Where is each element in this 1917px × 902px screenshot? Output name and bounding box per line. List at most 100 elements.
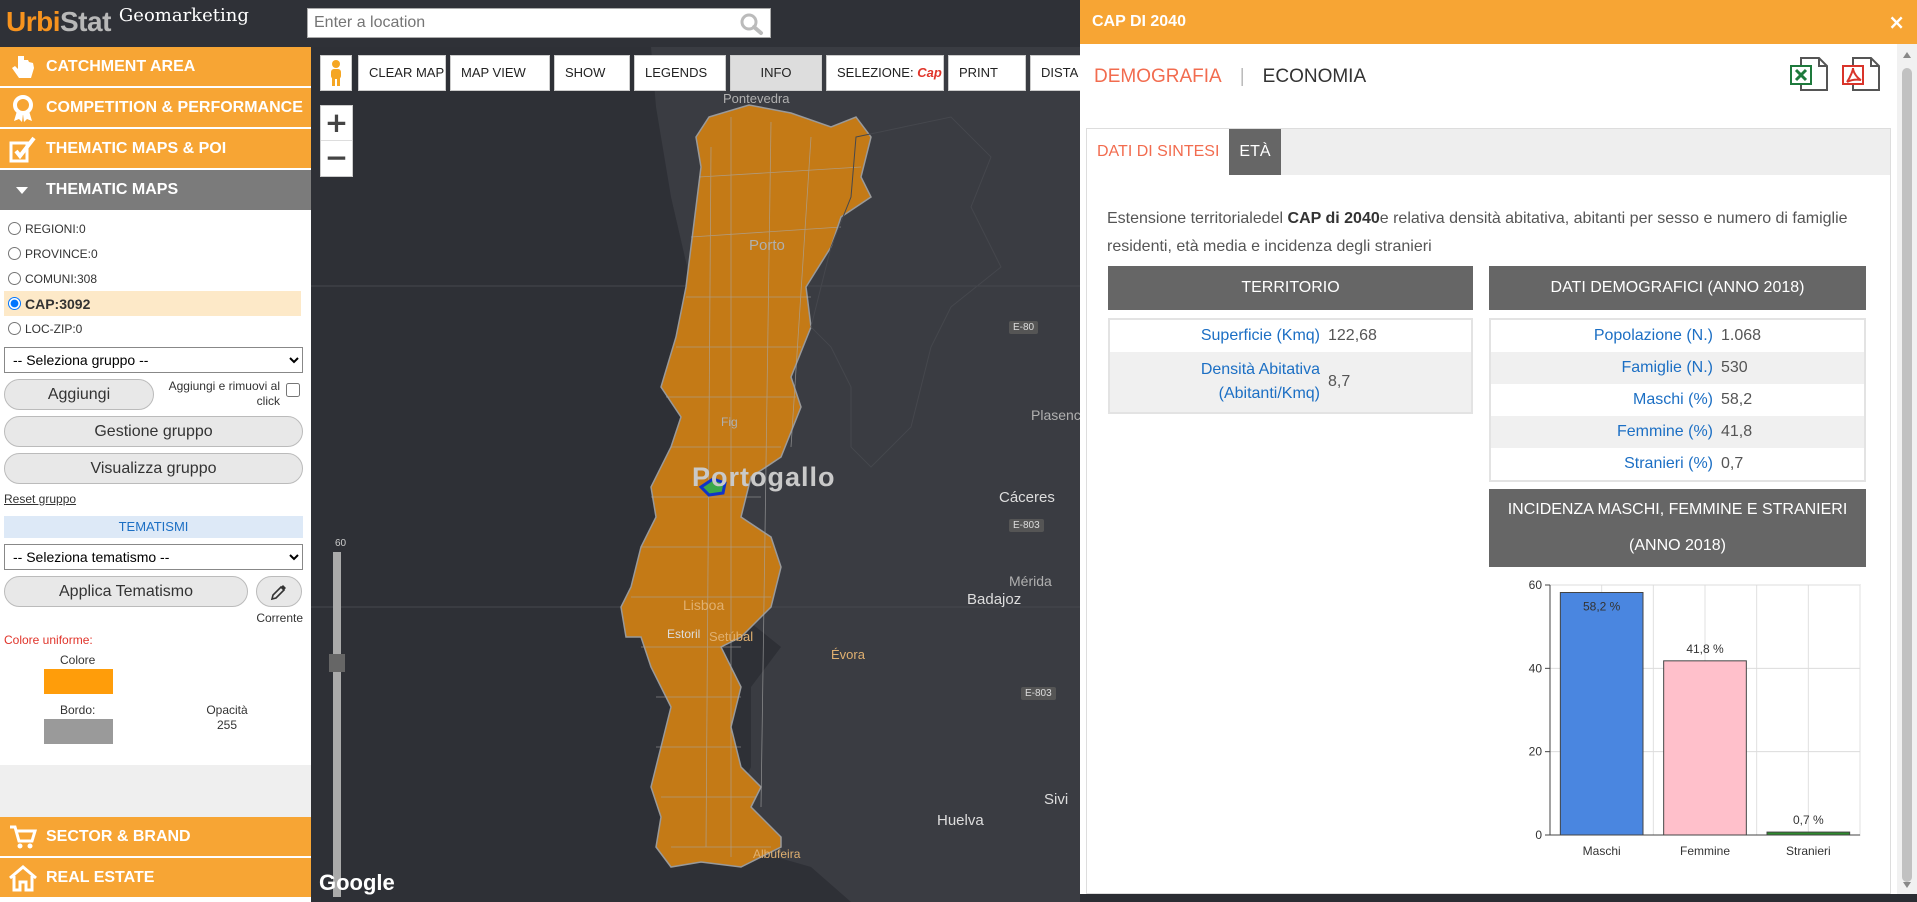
search-icon[interactable] — [738, 12, 764, 36]
scroll-up-arrow-icon[interactable] — [1903, 52, 1911, 58]
demography-table: Popolazione (N.) 1.068 Famiglie (N.) 530 M… — [1489, 318, 1866, 482]
map-label-portugal: Portogallo — [692, 462, 836, 492]
menu-label: COMPETITION & PERFORMANCE — [46, 98, 303, 116]
clear-map-button[interactable]: CLEAR MAP — [358, 55, 446, 91]
award-icon — [13, 94, 33, 122]
panel-scrollbar[interactable] — [1897, 44, 1917, 894]
level-cap[interactable]: CAP:3092 — [4, 291, 301, 316]
excel-export-icon[interactable] — [1789, 56, 1829, 92]
color-picker-button[interactable] — [256, 576, 302, 607]
menu-sector-brand[interactable]: SECTOR & BRAND — [0, 817, 311, 858]
pdf-export-icon[interactable] — [1841, 56, 1881, 92]
territory-row: Superficie (Kmq) 122,68 — [1110, 320, 1471, 352]
menu-real-estate[interactable]: REAL ESTATE — [0, 858, 311, 899]
opacity-value[interactable]: 255 — [206, 718, 248, 732]
road-shield-e803: E-803 — [1009, 519, 1044, 532]
border-color-swatch[interactable] — [44, 719, 113, 744]
level-loc-zip[interactable]: LOC-ZIP:0 — [8, 316, 305, 341]
tematismo-select[interactable]: -- Seleziona tematismo -- — [4, 544, 303, 570]
urbistat-logo[interactable]: Urbi Stat Geomarketing — [6, 5, 249, 40]
selection-button[interactable]: SELEZIONE: Cap — [826, 55, 944, 91]
level-radio[interactable] — [8, 247, 21, 260]
menu-label: CATCHMENT AREA — [46, 57, 196, 75]
distance-button[interactable]: DISTA — [1030, 55, 1080, 91]
territory-value: 122,68 — [1328, 327, 1377, 344]
level-radio[interactable] — [8, 297, 21, 310]
apply-tematismo-button[interactable]: Applica Tematismo — [4, 576, 248, 607]
tab-economia[interactable]: ECONOMIA — [1263, 66, 1366, 88]
level-radio[interactable] — [8, 272, 21, 285]
panel-subtabs: DATI DI SINTESI ETÀ — [1087, 129, 1890, 175]
fill-color-swatch[interactable] — [44, 669, 113, 694]
panel-header: CAP DI 2040 × — [1080, 0, 1917, 44]
add-note: Aggiungi e rimuovi al click — [168, 379, 280, 408]
cap-info-panel: CAP DI 2040 × DEMOGRAFIA | ECONOMIA DATI… — [1080, 0, 1917, 894]
scroll-down-arrow-icon[interactable] — [1903, 882, 1911, 888]
subtab-dati-di-sintesi[interactable]: DATI DI SINTESI — [1087, 129, 1230, 175]
panel-description: Estensione territorialedel CAP di 2040e … — [1107, 205, 1877, 261]
demography-row: Maschi (%) 58,2 — [1491, 384, 1864, 416]
zoom-out-button[interactable]: − — [321, 141, 352, 176]
map-canvas[interactable]: Pontevedra Porto Fig Portogallo Cáceres … — [311, 47, 1080, 902]
zoom-in-button[interactable]: + — [321, 106, 352, 141]
map-label-huelva: Huelva — [937, 812, 984, 829]
data-label: 41,8 % — [1686, 642, 1724, 656]
map-toolbar: CLEAR MAP MAP VIEW SHOW LEGENDS INFO SEL… — [320, 55, 1080, 91]
y-tick-label: 60 — [1529, 578, 1543, 592]
level-label: REGIONI:0 — [25, 221, 86, 236]
map-label-lisboa: Lisboa — [683, 597, 725, 613]
legends-button[interactable]: LEGENDS — [634, 55, 726, 91]
selection-prefix: SELEZIONE: — [837, 65, 914, 80]
level-province[interactable]: PROVINCE:0 — [8, 241, 305, 266]
map-label-badajoz: Badajoz — [967, 591, 1022, 608]
opacity-slider-handle[interactable] — [329, 654, 345, 672]
opacity-slider-track[interactable] — [333, 552, 341, 897]
cart-icon — [10, 825, 38, 848]
map-view-button[interactable]: MAP VIEW — [450, 55, 550, 91]
selection-value: Cap — [917, 65, 942, 80]
export-icons — [1777, 56, 1881, 92]
color-swatches: Colore Bordo: Opacità 255 — [0, 647, 311, 751]
info-button[interactable]: INFO — [730, 55, 822, 91]
data-label: 58,2 % — [1583, 600, 1621, 614]
group-select[interactable]: -- Seleziona gruppo -- — [4, 347, 303, 373]
menu-thematic-maps-poi[interactable]: THEMATIC MAPS & POI — [0, 129, 311, 170]
close-icon[interactable]: × — [1888, 10, 1905, 34]
level-label: PROVINCE:0 — [25, 246, 98, 261]
view-group-button[interactable]: Visualizza gruppo — [4, 453, 303, 484]
eyedropper-icon — [270, 584, 286, 600]
map-label-figueira: Fig — [721, 415, 738, 429]
territory-key: Superficie (Kmq) — [1200, 327, 1320, 344]
menu-thematic-maps[interactable]: THEMATIC MAPS — [0, 170, 311, 210]
level-regioni[interactable]: REGIONI:0 — [8, 216, 305, 241]
zoom-control: + − — [320, 105, 353, 177]
reset-group-link[interactable]: Reset gruppo — [4, 492, 311, 506]
bar-maschi — [1559, 592, 1644, 836]
subtab-eta[interactable]: ETÀ — [1229, 129, 1281, 175]
menu-catchment-area[interactable]: CATCHMENT AREA — [0, 47, 311, 88]
level-comuni[interactable]: COMUNI:308 — [8, 266, 305, 291]
demography-row: Famiglie (N.) 530 — [1491, 352, 1864, 384]
demography-value: 41,8 — [1721, 423, 1753, 440]
current-label: Corrente — [256, 611, 303, 625]
add-button[interactable]: Aggiungi — [4, 379, 154, 410]
house-icon — [9, 864, 37, 891]
demography-key: Stranieri (%) — [1624, 455, 1713, 472]
opacity-label: Opacità — [206, 703, 248, 717]
location-search-input[interactable] — [308, 9, 728, 37]
level-radio[interactable] — [8, 222, 21, 235]
level-radio[interactable] — [8, 322, 21, 335]
scroll-thumb[interactable] — [1902, 68, 1912, 882]
logo-geomarketing: Geomarketing — [118, 5, 249, 26]
menu-competition-performance[interactable]: COMPETITION & PERFORMANCE — [0, 88, 311, 129]
manage-group-button[interactable]: Gestione gruppo — [4, 416, 303, 447]
demography-key: Popolazione (N.) — [1593, 327, 1713, 344]
add-on-click-checkbox[interactable] — [286, 383, 300, 397]
data-label: 0,7 % — [1793, 813, 1824, 827]
print-button[interactable]: PRINT — [948, 55, 1026, 91]
demography-key: Femmine (%) — [1616, 423, 1713, 440]
tab-demografia[interactable]: DEMOGRAFIA — [1094, 66, 1222, 88]
road-shield-e803-south: E-803 — [1021, 687, 1056, 700]
street-view-pegman[interactable] — [320, 55, 352, 91]
show-button[interactable]: SHOW — [554, 55, 630, 91]
